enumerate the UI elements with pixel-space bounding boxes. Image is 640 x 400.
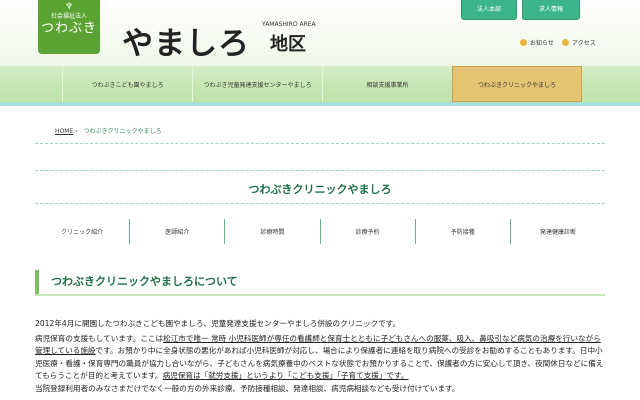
page-title: つわぶきクリニックやましろ bbox=[248, 183, 392, 196]
site-header: ♆ 社会福祉法人 つわぶき やましろ YAMASHIRO AREA 地区 法人本… bbox=[0, 0, 640, 66]
recruit-button[interactable]: 求人情報 bbox=[522, 0, 580, 20]
breadcrumb-home[interactable]: HOME bbox=[55, 128, 73, 135]
intro-paragraph: 2012年4月に開園したつわぶきこども園やましろ、児童発達支援センターやましろ併… bbox=[35, 318, 605, 330]
breadcrumb-separator: › bbox=[75, 128, 78, 135]
subnav-clinic-intro[interactable]: クリニック紹介 bbox=[35, 219, 131, 244]
breadcrumb-current: つわぶきクリニックやましろ bbox=[83, 128, 162, 135]
nav-item-consultation[interactable]: 相談支援事業所 bbox=[322, 66, 452, 102]
area-suffix: 地区 bbox=[270, 34, 306, 55]
news-link-label: お知らせ bbox=[530, 40, 554, 47]
sick-child-paragraph: 病児保育の支援もしています。ここは松江市で唯一 常時 小児科医師が専任の看護師と… bbox=[35, 333, 605, 395]
subnav-reservation[interactable]: 診療予約 bbox=[321, 219, 416, 244]
access-link-label: アクセス bbox=[572, 40, 596, 47]
access-link[interactable]: アクセス bbox=[562, 38, 596, 47]
access-bullet-icon bbox=[562, 39, 569, 46]
section-heading: つわぶきクリニックやましろについて bbox=[35, 270, 605, 294]
news-bullet-icon bbox=[520, 39, 527, 46]
p2-highlight-support: 病児保育は「就労支援」というより「こども支援」「子育て支援」です。 bbox=[162, 371, 409, 381]
subnav-development-checkup[interactable]: 発達健康診断 bbox=[511, 219, 605, 244]
corporate-hq-button[interactable]: 法人本部 bbox=[461, 0, 517, 20]
clinic-subnav: クリニック紹介 医師紹介 診療時間 診療予約 予防接種 発達健康診断 bbox=[35, 219, 605, 244]
nav-item-development-center[interactable]: つわぶき児童発達支援センターやましろ bbox=[192, 66, 322, 102]
divider-title-top bbox=[35, 170, 605, 171]
logo-name: つわぶき bbox=[40, 21, 97, 36]
divider-title-bottom bbox=[35, 203, 605, 204]
section-underline bbox=[35, 294, 605, 296]
site-logo[interactable]: ♆ 社会福祉法人 つわぶき bbox=[38, 0, 100, 54]
divider-top bbox=[35, 143, 605, 144]
main-nav: つわぶきこども園やましろ つわぶき児童発達支援センターやましろ 相談支援事業所 … bbox=[0, 66, 640, 106]
area-title: やましろ bbox=[122, 26, 250, 62]
general-services-text: 当院登録利用者のみなさまだけでなく一般の方の外来診療、予防接種相談、発達相談、病… bbox=[35, 383, 460, 393]
breadcrumb: HOME › つわぶきクリニックやましろ bbox=[55, 126, 161, 135]
nav-item-clinic[interactable]: つわぶきクリニックやましろ bbox=[452, 66, 582, 102]
intro-text: 2012年4月に開園したつわぶきこども園やましろ、児童発達支援センターやましろ併… bbox=[35, 319, 401, 328]
area-subtitle: YAMASHIRO AREA bbox=[262, 21, 316, 28]
p2-lead: 病児保育の支援もしています。ここは bbox=[35, 334, 164, 343]
news-link[interactable]: お知らせ bbox=[520, 38, 554, 47]
subnav-vaccination[interactable]: 予防接種 bbox=[416, 219, 511, 244]
logo-corp-label: 社会福祉法人 bbox=[50, 13, 87, 20]
subnav-doctor[interactable]: 医師紹介 bbox=[130, 219, 226, 244]
logo-leaf-icon: ♆ bbox=[64, 2, 74, 12]
nav-item-kodomoen[interactable]: つわぶきこども園やましろ bbox=[62, 66, 192, 102]
subnav-hours[interactable]: 診療時間 bbox=[225, 219, 321, 244]
